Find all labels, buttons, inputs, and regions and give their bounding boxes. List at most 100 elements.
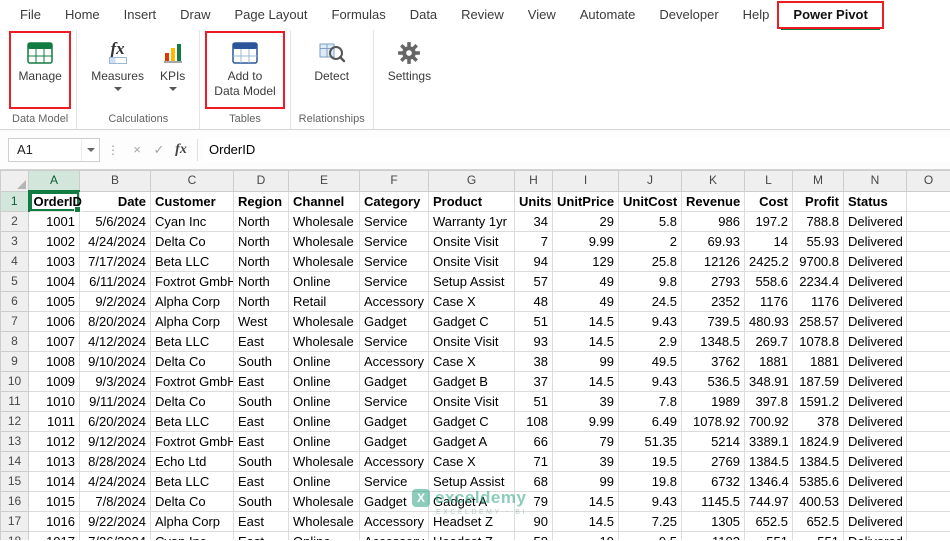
row-header-6[interactable]: 6 <box>0 291 29 312</box>
cell-I14[interactable]: 39 <box>552 451 619 472</box>
cell-B5[interactable]: 6/11/2024 <box>79 271 151 292</box>
column-header-O[interactable]: O <box>906 170 950 192</box>
cell-E12[interactable]: Online <box>288 411 360 432</box>
cell-G7[interactable]: Gadget C <box>428 311 515 332</box>
cell-B3[interactable]: 4/24/2024 <box>79 231 151 252</box>
row-header-5[interactable]: 5 <box>0 271 29 292</box>
cell-O16[interactable] <box>906 491 950 512</box>
cell-F18[interactable]: Accessory <box>359 531 429 540</box>
column-header-H[interactable]: H <box>514 170 553 192</box>
cell-D11[interactable]: South <box>233 391 289 412</box>
cell-D3[interactable]: North <box>233 231 289 252</box>
cell-C6[interactable]: Alpha Corp <box>150 291 234 312</box>
cell-H9[interactable]: 38 <box>514 351 553 372</box>
cell-J8[interactable]: 2.9 <box>618 331 682 352</box>
cell-H11[interactable]: 51 <box>514 391 553 412</box>
cell-D10[interactable]: East <box>233 371 289 392</box>
cell-B9[interactable]: 9/10/2024 <box>79 351 151 372</box>
cell-E1[interactable]: Channel <box>288 190 360 212</box>
cell-M5[interactable]: 2234.4 <box>792 271 844 292</box>
cell-A11[interactable]: 1010 <box>28 391 80 412</box>
cell-F14[interactable]: Accessory <box>359 451 429 472</box>
menu-tab-draw[interactable]: Draw <box>168 0 222 30</box>
cell-O9[interactable] <box>906 351 950 372</box>
cell-I16[interactable]: 14.5 <box>552 491 619 512</box>
cell-N10[interactable]: Delivered <box>843 371 907 392</box>
cell-I1[interactable]: UnitPrice <box>552 190 619 212</box>
menu-tab-help[interactable]: Help <box>731 0 782 30</box>
cell-E14[interactable]: Wholesale <box>288 451 360 472</box>
cell-F12[interactable]: Gadget <box>359 411 429 432</box>
cell-B18[interactable]: 7/26/2024 <box>79 531 151 540</box>
name-box[interactable]: A1 <box>8 137 100 162</box>
cell-F9[interactable]: Accessory <box>359 351 429 372</box>
row-header-10[interactable]: 10 <box>0 371 29 392</box>
cell-B12[interactable]: 6/20/2024 <box>79 411 151 432</box>
cell-F15[interactable]: Service <box>359 471 429 492</box>
cell-E8[interactable]: Wholesale <box>288 331 360 352</box>
cell-G3[interactable]: Onsite Visit <box>428 231 515 252</box>
cell-J12[interactable]: 6.49 <box>618 411 682 432</box>
cell-D7[interactable]: West <box>233 311 289 332</box>
cell-L5[interactable]: 558.6 <box>744 271 793 292</box>
cell-O4[interactable] <box>906 251 950 272</box>
cell-J7[interactable]: 9.43 <box>618 311 682 332</box>
cell-N6[interactable]: Delivered <box>843 291 907 312</box>
cell-A18[interactable]: 1017 <box>28 531 80 540</box>
measures-button[interactable]: fx Measures <box>85 34 150 106</box>
column-header-N[interactable]: N <box>843 170 907 192</box>
row-header-4[interactable]: 4 <box>0 251 29 272</box>
cell-O17[interactable] <box>906 511 950 532</box>
cell-F11[interactable]: Service <box>359 391 429 412</box>
cell-B1[interactable]: Date <box>79 190 151 212</box>
cell-B16[interactable]: 7/8/2024 <box>79 491 151 512</box>
cell-E4[interactable]: Wholesale <box>288 251 360 272</box>
cell-C12[interactable]: Beta LLC <box>150 411 234 432</box>
cell-K2[interactable]: 986 <box>681 211 745 232</box>
cell-G12[interactable]: Gadget C <box>428 411 515 432</box>
cell-K12[interactable]: 1078.92 <box>681 411 745 432</box>
cell-E3[interactable]: Wholesale <box>288 231 360 252</box>
cell-K7[interactable]: 739.5 <box>681 311 745 332</box>
cell-M11[interactable]: 1591.2 <box>792 391 844 412</box>
detect-button[interactable]: Detect <box>308 34 355 106</box>
cell-G14[interactable]: Case X <box>428 451 515 472</box>
cell-K3[interactable]: 69.93 <box>681 231 745 252</box>
cell-H5[interactable]: 57 <box>514 271 553 292</box>
cell-J18[interactable]: 9.5 <box>618 531 682 540</box>
cell-B14[interactable]: 8/28/2024 <box>79 451 151 472</box>
cell-A12[interactable]: 1011 <box>28 411 80 432</box>
cell-M15[interactable]: 5385.6 <box>792 471 844 492</box>
cell-I3[interactable]: 9.99 <box>552 231 619 252</box>
cell-H12[interactable]: 108 <box>514 411 553 432</box>
row-header-13[interactable]: 13 <box>0 431 29 452</box>
cell-B2[interactable]: 5/6/2024 <box>79 211 151 232</box>
cell-A7[interactable]: 1006 <box>28 311 80 332</box>
cell-J1[interactable]: UnitCost <box>618 190 682 212</box>
cell-L8[interactable]: 269.7 <box>744 331 793 352</box>
cell-A13[interactable]: 1012 <box>28 431 80 452</box>
column-header-I[interactable]: I <box>552 170 619 192</box>
row-header-16[interactable]: 16 <box>0 491 29 512</box>
cell-B4[interactable]: 7/17/2024 <box>79 251 151 272</box>
cell-A10[interactable]: 1009 <box>28 371 80 392</box>
row-header-12[interactable]: 12 <box>0 411 29 432</box>
cell-G2[interactable]: Warranty 1yr <box>428 211 515 232</box>
cell-A4[interactable]: 1003 <box>28 251 80 272</box>
cell-A16[interactable]: 1015 <box>28 491 80 512</box>
cell-F4[interactable]: Service <box>359 251 429 272</box>
cell-C1[interactable]: Customer <box>150 190 234 212</box>
row-header-18[interactable]: 18 <box>0 531 29 540</box>
cell-N2[interactable]: Delivered <box>843 211 907 232</box>
cell-O11[interactable] <box>906 391 950 412</box>
cell-J17[interactable]: 7.25 <box>618 511 682 532</box>
menu-tab-data[interactable]: Data <box>398 0 449 30</box>
cell-A9[interactable]: 1008 <box>28 351 80 372</box>
cell-I17[interactable]: 14.5 <box>552 511 619 532</box>
cell-N14[interactable]: Delivered <box>843 451 907 472</box>
column-header-A[interactable]: A <box>28 170 80 192</box>
cell-G4[interactable]: Onsite Visit <box>428 251 515 272</box>
cell-H4[interactable]: 94 <box>514 251 553 272</box>
cell-M9[interactable]: 1881 <box>792 351 844 372</box>
cell-C15[interactable]: Beta LLC <box>150 471 234 492</box>
